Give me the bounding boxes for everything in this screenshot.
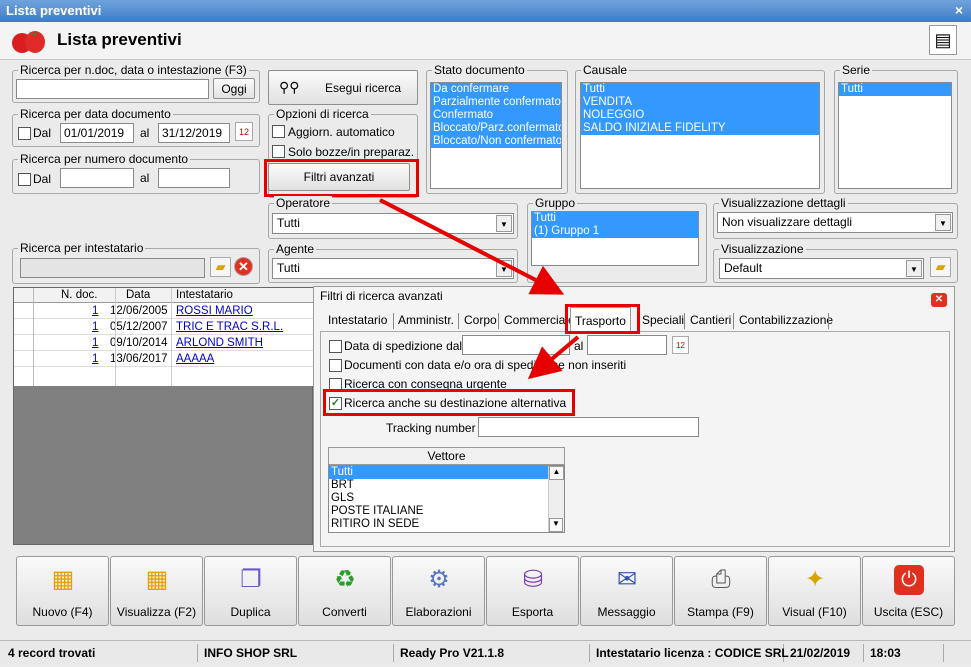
status-bar: 4 record trovati INFO SHOP SRL Ready Pro… bbox=[0, 640, 971, 664]
new-button-label: Nuovo (F4) bbox=[32, 605, 93, 619]
view-button[interactable]: ▦ Visualizza (F2) bbox=[110, 556, 203, 626]
message-button-label: Messaggio bbox=[597, 605, 656, 619]
duplicate-button[interactable]: ❐ Duplica bbox=[204, 556, 297, 626]
status-company: INFO SHOP SRL bbox=[200, 644, 394, 662]
convert-button[interactable]: ♻ Converti bbox=[298, 556, 391, 626]
status-license: Intestatario licenza : CODICE SRL bbox=[592, 644, 789, 662]
export-icon: ⛁ bbox=[522, 566, 544, 593]
new-doc-icon: ▦ bbox=[51, 566, 75, 593]
arrow-to-trasporto bbox=[379, 198, 565, 295]
process-button-label: Elaborazioni bbox=[405, 605, 472, 619]
message-button[interactable]: ✉ Messaggio bbox=[580, 556, 673, 626]
arrow-to-alt-destination bbox=[527, 335, 580, 380]
print-button[interactable]: ⎙ Stampa (F9) bbox=[674, 556, 767, 626]
print-icon: ⎙ bbox=[711, 566, 731, 593]
visual-button-label: Visual (F10) bbox=[782, 605, 847, 619]
exit-button[interactable]: ⏻ Uscita (ESC) bbox=[862, 556, 955, 626]
process-button[interactable]: ⚙ Elaborazioni bbox=[392, 556, 485, 626]
bottom-toolbar: ▦ Nuovo (F4) ▦ Visualizza (F2) ❐ Duplica ♻ C… bbox=[12, 556, 957, 628]
convert-button-label: Converti bbox=[322, 605, 367, 619]
status-date: 21/02/2019 bbox=[786, 644, 864, 662]
exit-button-label: Uscita (ESC) bbox=[873, 605, 944, 619]
convert-icon: ♻ bbox=[334, 566, 356, 593]
status-records: 4 record trovati bbox=[4, 644, 198, 662]
export-button-label: Esporta bbox=[511, 605, 554, 619]
process-icon: ⚙ bbox=[428, 566, 450, 593]
duplicate-icon: ❐ bbox=[240, 566, 262, 593]
print-button-label: Stampa (F9) bbox=[687, 605, 754, 619]
status-version: Ready Pro V21.1.8 bbox=[396, 644, 590, 662]
view-button-label: Visualizza (F2) bbox=[116, 605, 197, 619]
view-icon: ▦ bbox=[145, 566, 169, 593]
wand-icon: ✦ bbox=[804, 566, 826, 593]
export-button[interactable]: ⛁ Esporta bbox=[486, 556, 579, 626]
visual-button[interactable]: ✦ Visual (F10) bbox=[768, 556, 861, 626]
app-window: Lista preventivi × Lista preventivi ▤ Ri… bbox=[0, 0, 971, 667]
exit-icon: ⏻ bbox=[894, 565, 924, 595]
new-button[interactable]: ▦ Nuovo (F4) bbox=[16, 556, 109, 626]
message-icon: ✉ bbox=[616, 566, 638, 593]
status-time: 18:03 bbox=[866, 644, 944, 662]
duplicate-button-label: Duplica bbox=[230, 605, 271, 619]
